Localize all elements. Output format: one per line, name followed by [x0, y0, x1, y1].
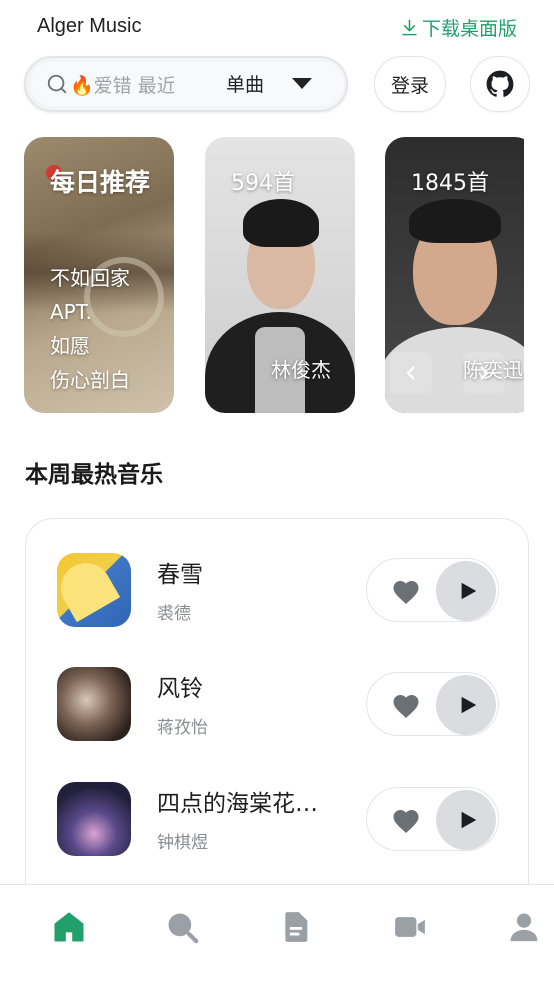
song-artist: 钟棋煜	[157, 833, 208, 853]
weekly-hot-list: 春雪 裘德 风铃 蒋孜怡 四点的海棠花未眠 钟棋煜	[25, 518, 529, 918]
song-title: 风铃	[157, 676, 203, 702]
song-artist: 蒋孜怡	[157, 718, 208, 738]
song-actions	[366, 558, 499, 622]
heart-icon[interactable]	[391, 577, 421, 605]
song-actions	[366, 787, 499, 851]
album-cover	[57, 553, 131, 627]
search-row: 🔥爱错 最近很 单曲 登录	[24, 56, 530, 112]
song-artist: 裘德	[157, 604, 191, 624]
search-icon	[47, 74, 67, 94]
chevron-left-icon	[406, 366, 415, 380]
daily-item: 如愿	[50, 334, 90, 358]
play-button[interactable]	[436, 790, 496, 850]
top-bar: Alger Music 下载桌面版	[0, 0, 554, 56]
song-title: 四点的海棠花未眠	[157, 791, 327, 817]
daily-item: APT.	[50, 300, 92, 324]
daily-recommend-list: 不如回家 APT. 如愿 伤心剖白	[50, 261, 166, 397]
play-icon	[461, 696, 477, 714]
github-button[interactable]	[470, 56, 530, 112]
login-button[interactable]: 登录	[374, 56, 446, 112]
caret-down-icon	[292, 78, 313, 89]
artist-photo-hair	[243, 199, 319, 247]
song-actions	[366, 672, 499, 736]
play-icon	[461, 811, 477, 829]
search-type-select[interactable]: 单曲	[226, 70, 313, 97]
document-icon	[285, 912, 308, 942]
play-button[interactable]	[436, 675, 496, 735]
artist-photo-hair	[409, 199, 501, 243]
album-cover	[57, 667, 131, 741]
artist-song-count: 1845首	[411, 171, 489, 196]
song-row[interactable]: 四点的海棠花未眠 钟棋煜	[57, 782, 499, 858]
user-icon	[510, 913, 538, 942]
search-icon	[168, 913, 199, 944]
heart-icon[interactable]	[391, 691, 421, 719]
daily-recommend-card[interactable]: 每日推荐 不如回家 APT. 如愿 伤心剖白	[24, 137, 174, 413]
weekly-hot-title: 本周最热音乐	[25, 462, 163, 488]
search-box[interactable]: 🔥爱错 最近很 单曲	[24, 56, 348, 112]
github-icon	[486, 70, 514, 97]
search-type-label: 单曲	[226, 74, 265, 96]
app-title: Alger Music	[37, 15, 142, 37]
download-desktop-link[interactable]: 下载桌面版	[400, 14, 517, 41]
play-button[interactable]	[436, 561, 496, 621]
carousel-next-button[interactable]	[463, 352, 505, 394]
artist-song-count: 594首	[231, 171, 295, 196]
home-icon	[54, 912, 84, 942]
daily-recommend-title: 每日推荐	[50, 168, 151, 197]
recommend-carousel: 每日推荐 不如回家 APT. 如愿 伤心剖白 594首 林俊杰 1845首 陈奕…	[24, 137, 524, 414]
heart-icon[interactable]	[391, 806, 421, 834]
song-row[interactable]: 春雪 裘德	[57, 553, 499, 629]
bottom-navigation	[0, 884, 554, 984]
carousel-prev-button[interactable]	[390, 352, 432, 394]
umbrella-art	[57, 553, 121, 623]
download-label: 下载桌面版	[421, 18, 517, 40]
nav-home[interactable]	[51, 909, 87, 945]
daily-item: 伤心剖白	[50, 368, 130, 392]
artist-card-jj-lin[interactable]: 594首 林俊杰	[205, 137, 355, 413]
nav-user[interactable]	[506, 909, 542, 945]
song-title: 春雪	[157, 562, 203, 588]
song-row[interactable]: 风铃 蒋孜怡	[57, 667, 499, 743]
album-cover	[57, 782, 131, 856]
nav-mv[interactable]	[392, 909, 428, 945]
nav-list[interactable]	[278, 909, 314, 945]
play-icon	[461, 582, 477, 600]
search-input[interactable]: 🔥爱错 最近很	[70, 71, 174, 98]
nav-search[interactable]	[164, 909, 200, 945]
chevron-right-icon	[480, 366, 489, 380]
download-icon	[402, 19, 417, 36]
video-icon	[395, 917, 425, 937]
daily-item: 不如回家	[50, 266, 130, 290]
artist-name: 林俊杰	[271, 358, 331, 382]
